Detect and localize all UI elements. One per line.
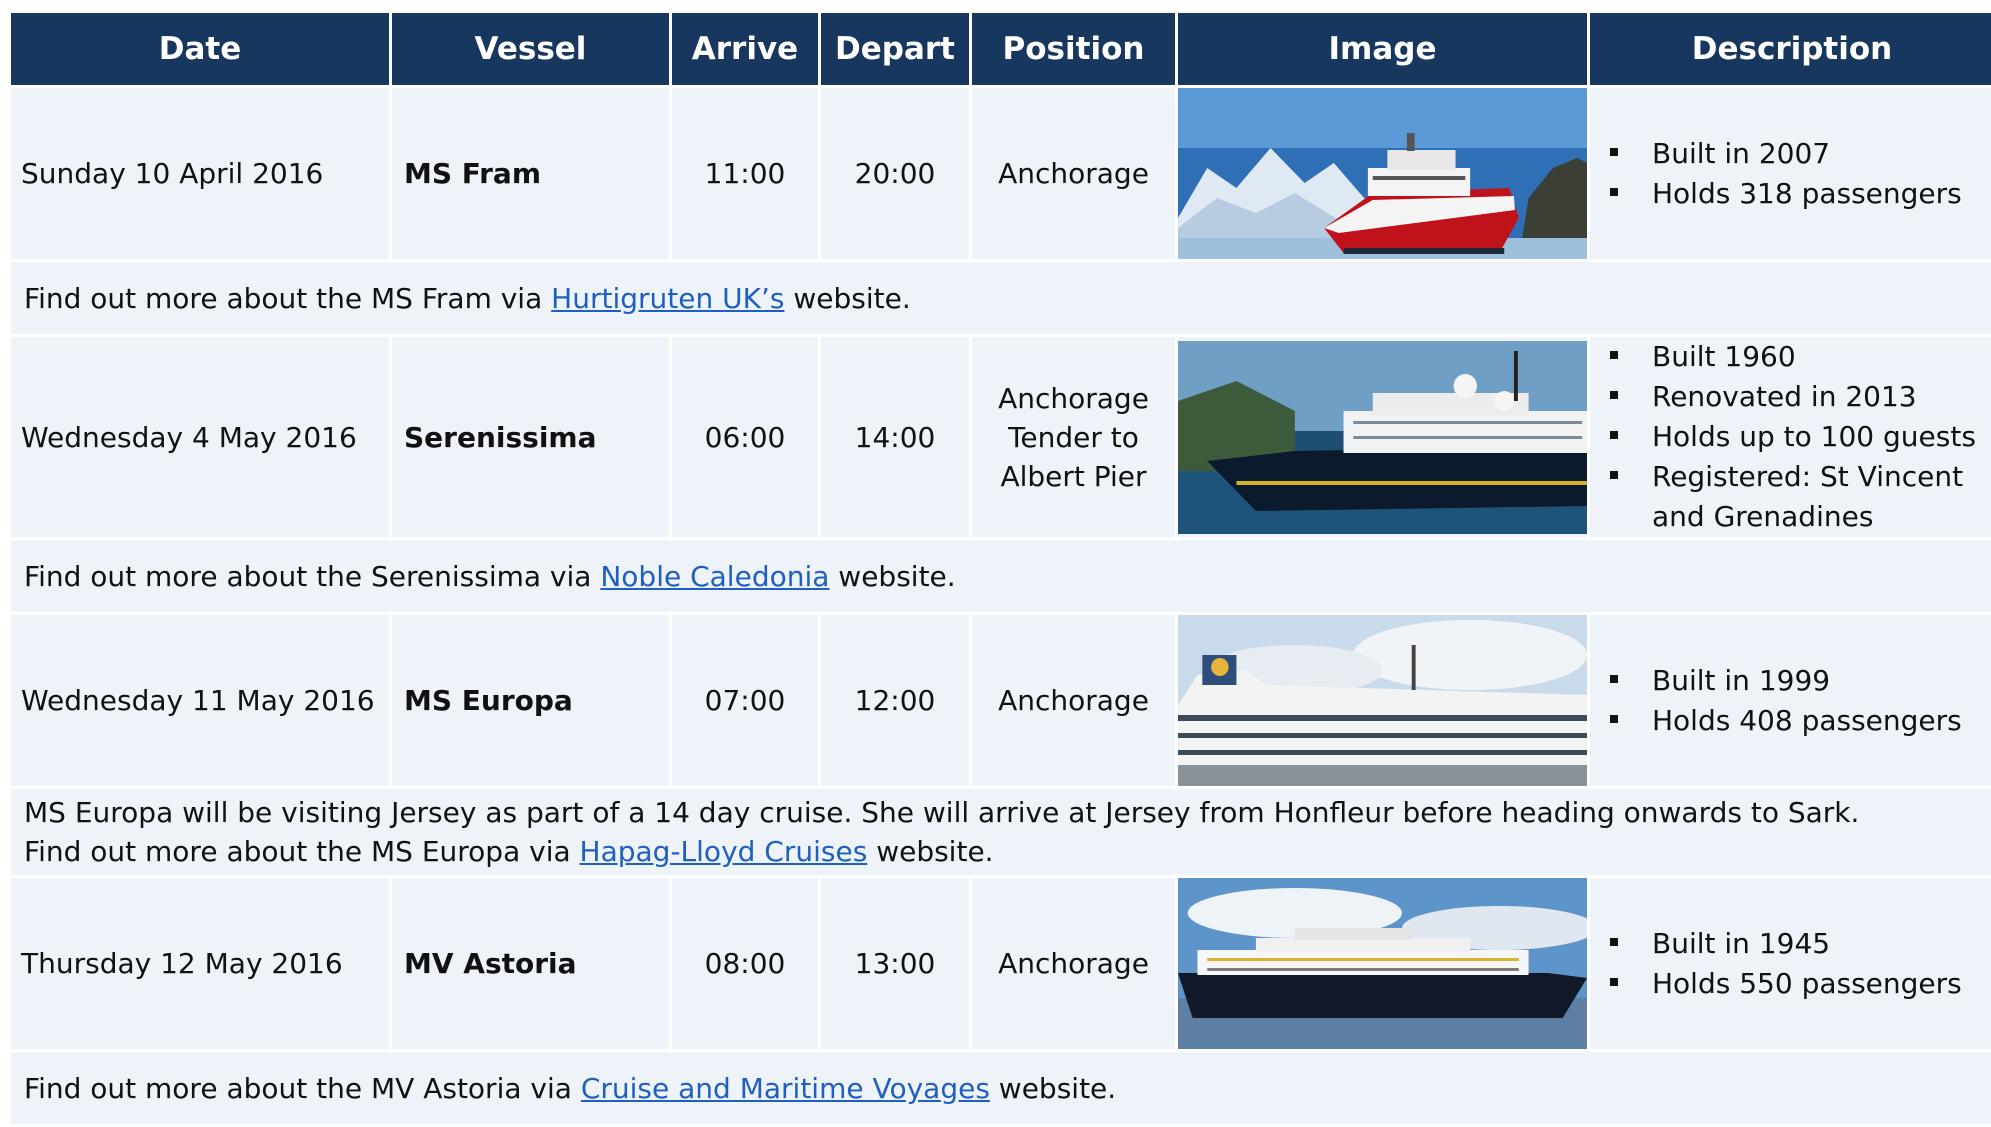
vessel-name: MS Fram (392, 88, 669, 259)
column-header-depart: Depart (821, 13, 969, 85)
fact-item: Holds 408 passengers (1606, 701, 1991, 741)
note-text: Find out more about the MS Fram via (24, 281, 552, 315)
fact-item: Built in 1945 (1606, 924, 1991, 964)
note-text: MS Europa will be visiting Jersey as par… (24, 796, 1860, 829)
vessel-name: MS Europa (392, 615, 669, 786)
note-line: Find out more about the MV Astoria via C… (24, 1069, 1991, 1108)
position-cell: Anchorage Tender to Albert Pier (972, 337, 1175, 537)
fact-item: Holds up to 100 guests (1606, 417, 1991, 457)
table-row: Wednesday 4 May 2016 Serenissima 06:00 1… (11, 337, 1991, 537)
column-header-arrive: Arrive (672, 13, 818, 85)
arrive-time: 07:00 (672, 615, 818, 786)
table-row: Thursday 12 May 2016 MV Astoria 08:00 13… (11, 878, 1991, 1049)
table-row: Wednesday 11 May 2016 MS Europa 07:00 12… (11, 615, 1991, 786)
position-cell: Anchorage (972, 878, 1175, 1049)
note-text: website. (829, 559, 956, 593)
website-link[interactable]: Hapag-Lloyd Cruises (580, 835, 868, 868)
fact-list: Built in 1945 Holds 550 passengers (1606, 924, 1991, 1004)
image-cell (1178, 337, 1587, 537)
position-cell: Anchorage (972, 615, 1175, 786)
arrive-time: 08:00 (672, 878, 818, 1049)
website-link[interactable]: Cruise and Maritime Voyages (581, 1072, 990, 1105)
cruise-schedule-table: Date Vessel Arrive Depart Position Image… (8, 10, 1991, 1127)
position-line: Anchorage (998, 684, 1149, 717)
fact-list: Built in 1999 Holds 408 passengers (1606, 661, 1991, 741)
depart-time: 14:00 (821, 337, 969, 537)
website-link[interactable]: Hurtigruten UK’s (551, 282, 784, 315)
note-row: MS Europa will be visiting Jersey as par… (11, 789, 1991, 875)
image-cell (1178, 878, 1587, 1049)
note-line: MS Europa will be visiting Jersey as par… (24, 793, 1991, 832)
image-cell (1178, 615, 1587, 786)
fact-item: Registered: St Vincent and Grenadines (1606, 457, 1991, 537)
visit-date: Wednesday 11 May 2016 (11, 615, 389, 786)
column-header-date: Date (11, 13, 389, 85)
position-cell: Anchorage (972, 88, 1175, 259)
note-line: Find out more about the MS Europa via Ha… (24, 832, 1991, 871)
note-text: Find out more about the MS Europa via (24, 835, 580, 868)
table-row: Sunday 10 April 2016 MS Fram 11:00 20:00… (11, 88, 1991, 259)
note-cell: Find out more about the MV Astoria via C… (11, 1052, 1991, 1124)
note-line: Find out more about the Serenissima via … (24, 557, 1991, 596)
note-cell: Find out more about the Serenissima via … (11, 540, 1991, 612)
fact-item: Holds 318 passengers (1606, 174, 1991, 214)
position-line: Anchorage (998, 157, 1149, 190)
depart-time: 20:00 (821, 88, 969, 259)
fact-list: Built in 2007 Holds 318 passengers (1606, 134, 1991, 214)
vessel-name: Serenissima (392, 337, 669, 537)
note-text: Find out more about the Serenissima via (24, 559, 601, 593)
depart-time: 13:00 (821, 878, 969, 1049)
note-line: Find out more about the MS Fram via Hurt… (24, 279, 1991, 318)
arrive-time: 06:00 (672, 337, 818, 537)
header-row: Date Vessel Arrive Depart Position Image… (11, 13, 1991, 85)
arrive-time: 11:00 (672, 88, 818, 259)
ship-photo-icon (1178, 615, 1587, 786)
note-cell: MS Europa will be visiting Jersey as par… (11, 789, 1991, 875)
depart-time: 12:00 (821, 615, 969, 786)
fact-item: Holds 550 passengers (1606, 964, 1991, 1004)
vessel-name: MV Astoria (392, 878, 669, 1049)
ship-photo-icon (1178, 340, 1587, 534)
description-cell: Built in 1999 Holds 408 passengers (1590, 615, 1991, 786)
note-cell: Find out more about the MS Fram via Hurt… (11, 262, 1991, 334)
position-line: Albert Pier (1000, 459, 1147, 493)
note-row: Find out more about the Serenissima via … (11, 540, 1991, 612)
description-cell: Built 1960 Renovated in 2013 Holds up to… (1590, 337, 1991, 537)
fact-list: Built 1960 Renovated in 2013 Holds up to… (1606, 337, 1991, 537)
visit-date: Sunday 10 April 2016 (11, 88, 389, 259)
column-header-vessel: Vessel (392, 13, 669, 85)
fact-item: Built 1960 (1606, 337, 1991, 377)
note-text: Find out more about the MV Astoria via (24, 1071, 581, 1105)
position-line: Tender to (1008, 420, 1139, 454)
note-row: Find out more about the MS Fram via Hurt… (11, 262, 1991, 334)
ship-photo-icon (1178, 878, 1587, 1049)
note-text: website. (867, 835, 994, 868)
visit-date: Thursday 12 May 2016 (11, 878, 389, 1049)
image-cell (1178, 88, 1587, 259)
fact-item: Renovated in 2013 (1606, 377, 1991, 417)
fact-item: Built in 2007 (1606, 134, 1991, 174)
description-cell: Built in 2007 Holds 318 passengers (1590, 88, 1991, 259)
fact-item: Built in 1999 (1606, 661, 1991, 701)
website-link[interactable]: Noble Caledonia (600, 560, 829, 593)
note-text: website. (989, 1071, 1117, 1105)
position-line: Anchorage (998, 947, 1149, 980)
note-text: website. (784, 281, 911, 315)
description-cell: Built in 1945 Holds 550 passengers (1590, 878, 1991, 1049)
column-header-description: Description (1590, 13, 1991, 85)
column-header-position: Position (972, 13, 1175, 85)
visit-date: Wednesday 4 May 2016 (11, 337, 389, 537)
column-header-image: Image (1178, 13, 1587, 85)
ship-photo-icon (1178, 88, 1587, 259)
note-row: Find out more about the MV Astoria via C… (11, 1052, 1991, 1124)
position-line: Anchorage (998, 381, 1149, 415)
